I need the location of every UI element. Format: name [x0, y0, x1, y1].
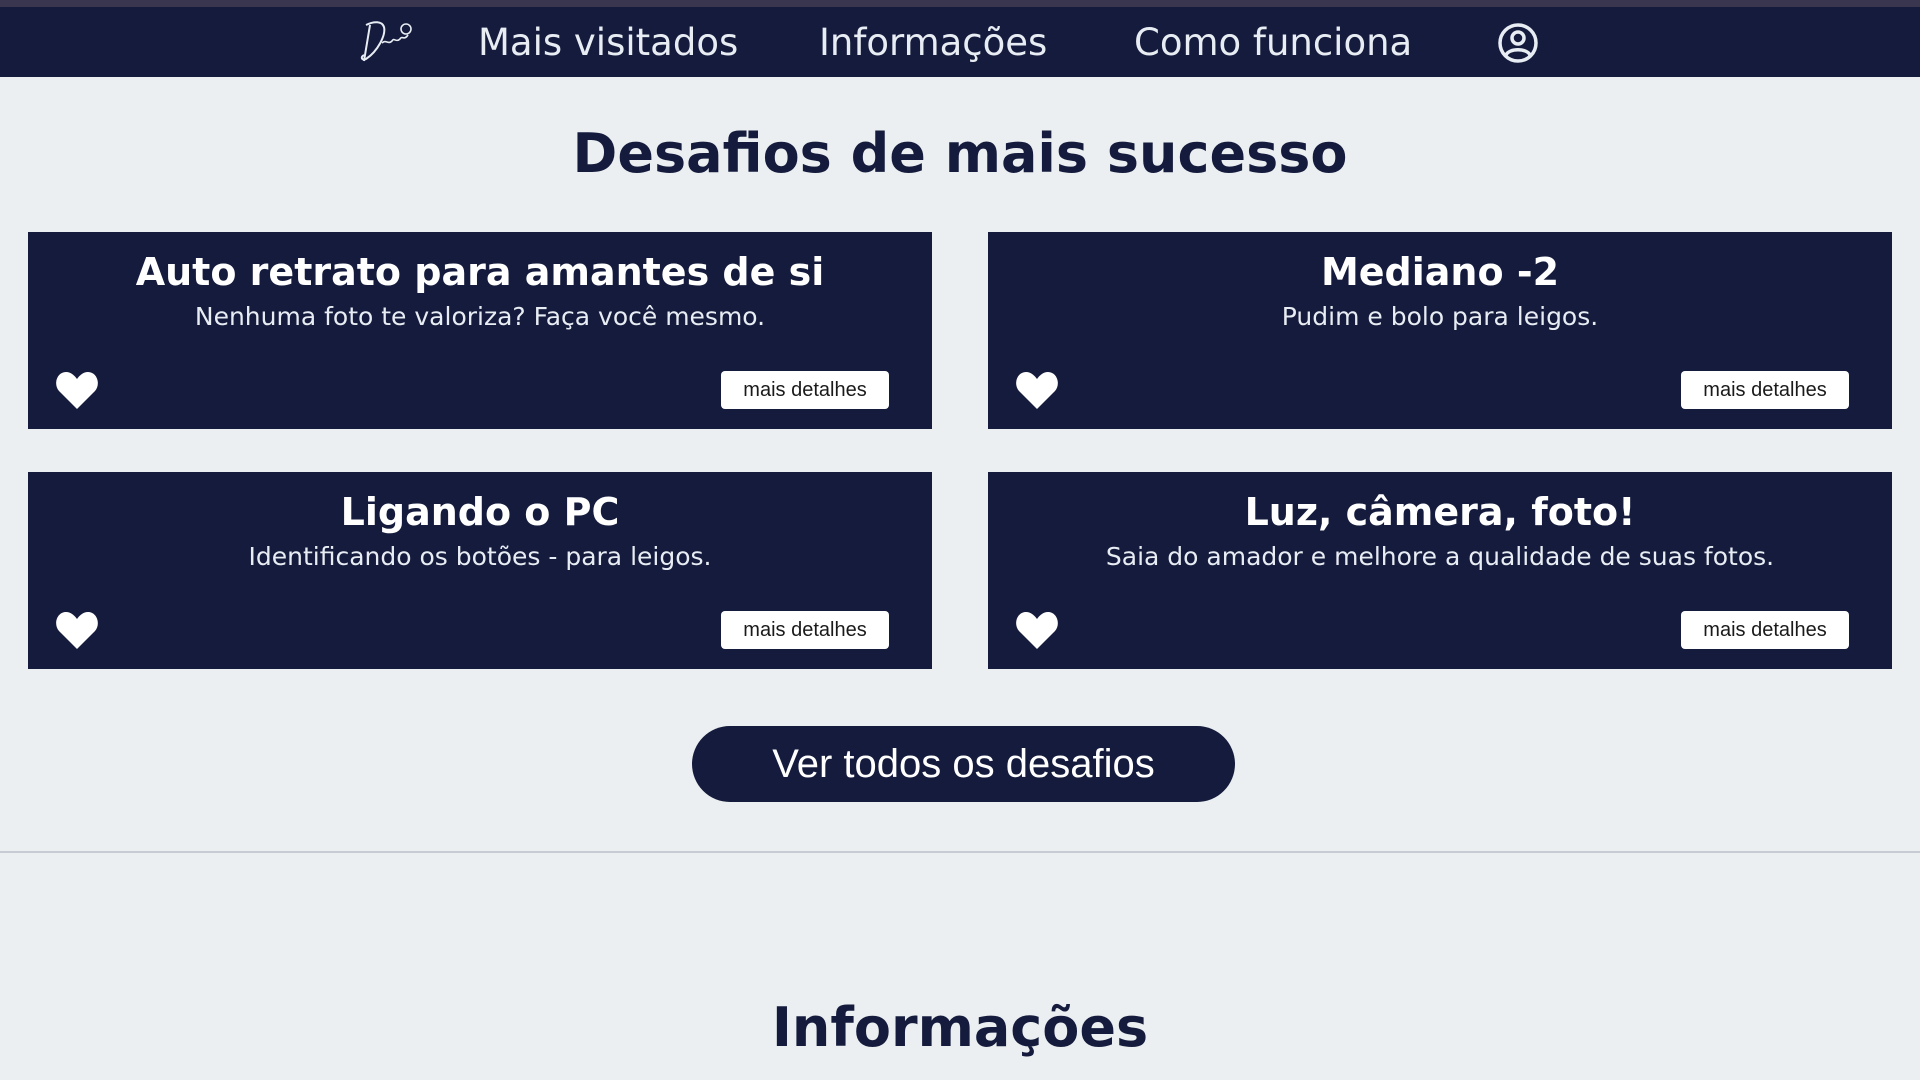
signature-logo-icon[interactable] [352, 13, 416, 71]
details-button[interactable]: mais detalhes [1681, 371, 1849, 409]
challenge-card: Luz, câmera, foto! Saia do amador e melh… [988, 472, 1892, 669]
challenge-card: Auto retrato para amantes de si Nenhuma … [28, 232, 932, 429]
card-subtitle: Identificando os botões - para leigos. [248, 542, 712, 571]
nav-mais-visitados[interactable]: Mais visitados [478, 21, 738, 64]
section-title-desafios: Desafios de mais sucesso [572, 122, 1348, 185]
card-subtitle: Saia do amador e melhore a qualidade de … [1105, 542, 1775, 571]
top-navbar: Mais visitados Informações Como funciona [0, 7, 1920, 77]
top-strip [0, 0, 1920, 7]
card-subtitle: Pudim e bolo para leigos. [1281, 302, 1599, 331]
details-button[interactable]: mais detalhes [721, 371, 889, 409]
card-title: Ligando o PC [340, 490, 620, 534]
nav-como-funciona[interactable]: Como funciona [1134, 21, 1412, 64]
card-title: Mediano -2 [1320, 250, 1560, 294]
challenge-card: Ligando o PC Identificando os botões - p… [28, 472, 932, 669]
card-title: Auto retrato para amantes de si [135, 250, 825, 294]
user-circle-icon[interactable] [1496, 21, 1540, 65]
nav-informacoes[interactable]: Informações [819, 21, 1047, 64]
heart-icon[interactable] [54, 369, 100, 411]
section-title-informacoes: Informações [771, 996, 1149, 1059]
details-button[interactable]: mais detalhes [1681, 611, 1849, 649]
heart-icon[interactable] [1014, 369, 1060, 411]
card-subtitle: Nenhuma foto te valoriza? Faça você mesm… [194, 302, 766, 331]
card-title: Luz, câmera, foto! [1244, 490, 1636, 534]
heart-icon[interactable] [1014, 609, 1060, 651]
heart-icon[interactable] [54, 609, 100, 651]
challenge-card: Mediano -2 Pudim e bolo para leigos. mai… [988, 232, 1892, 429]
view-all-challenges-button[interactable]: Ver todos os desafios [692, 726, 1235, 802]
details-button[interactable]: mais detalhes [721, 611, 889, 649]
section-divider [0, 851, 1920, 853]
